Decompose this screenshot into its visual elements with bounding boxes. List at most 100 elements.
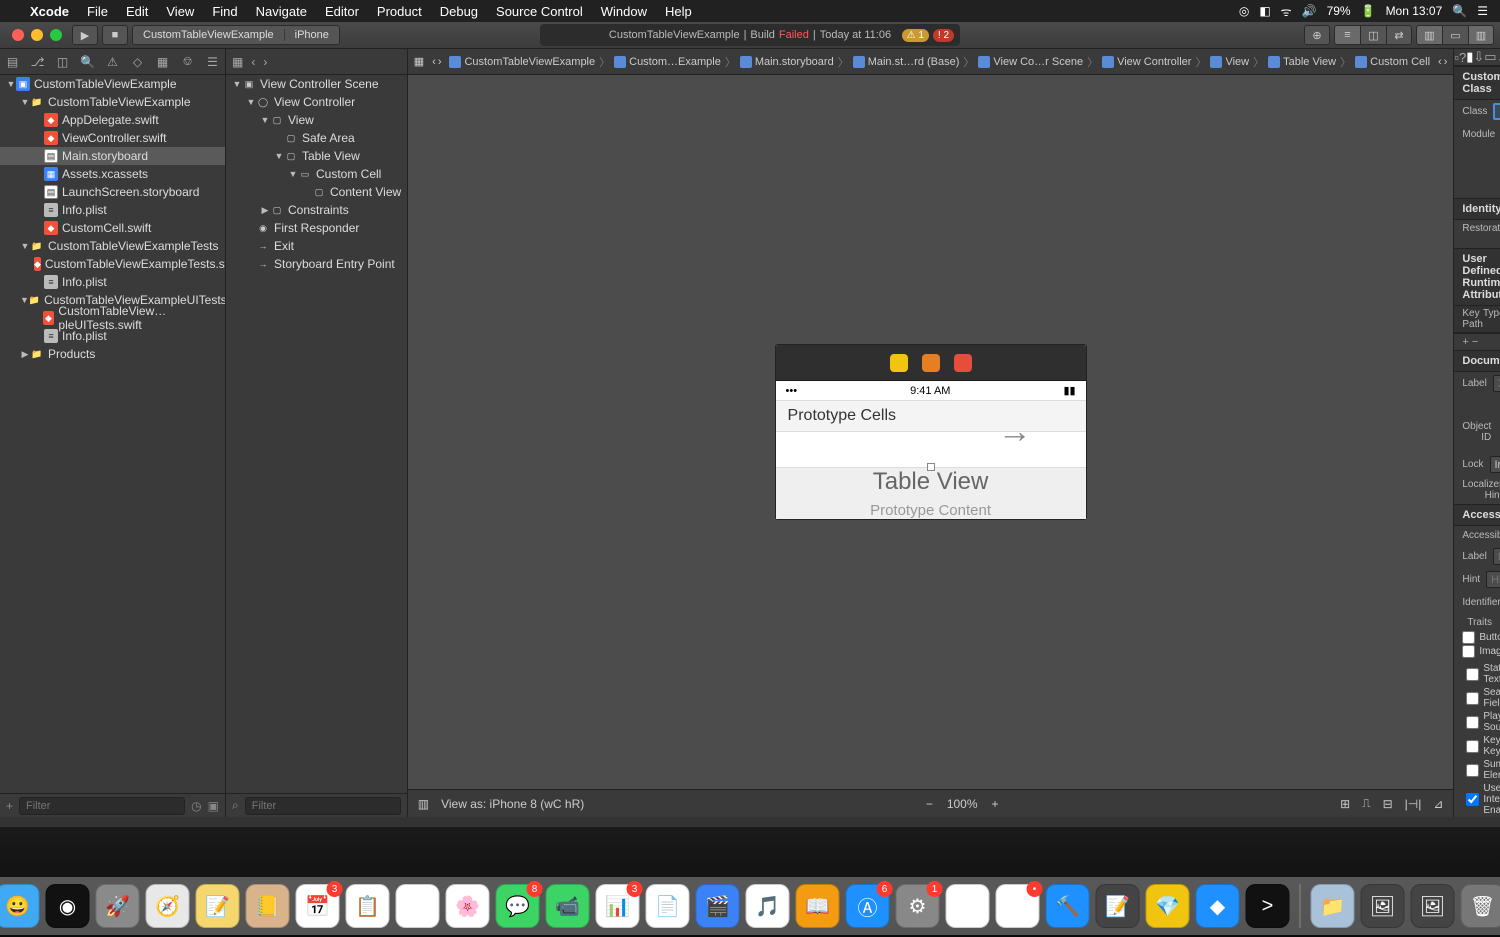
- menu-debug[interactable]: Debug: [440, 4, 478, 19]
- dock-app-ibooks[interactable]: 📖: [796, 884, 840, 928]
- run-button[interactable]: ▶: [72, 25, 98, 45]
- nav-item[interactable]: ◆CustomTableView…pleUITests.swift: [0, 309, 225, 327]
- window-traffic-lights[interactable]: [6, 29, 68, 41]
- jump-crumb[interactable]: CustomTableViewExample: [449, 56, 595, 68]
- canvas-tool-4-icon[interactable]: |⊣|: [1405, 797, 1422, 811]
- control-center-icon[interactable]: ☰: [1477, 4, 1488, 18]
- debug-nav-icon[interactable]: ▦: [154, 55, 172, 69]
- menu-file[interactable]: File: [87, 4, 108, 19]
- trait-checkbox[interactable]: [1466, 692, 1479, 705]
- trait-checkbox[interactable]: [1466, 740, 1479, 753]
- scene-titlebar[interactable]: [776, 345, 1086, 381]
- dock-app-terminal[interactable]: >: [1246, 884, 1290, 928]
- dock-app-sublime[interactable]: 📝: [1096, 884, 1140, 928]
- dock-app-sketch[interactable]: 💎: [1146, 884, 1190, 928]
- dock-app-finder[interactable]: 😀: [0, 884, 40, 928]
- battery-icon[interactable]: 🔋: [1361, 4, 1376, 18]
- zoom-out-button[interactable]: −: [926, 797, 933, 811]
- dock-app-chrome[interactable]: ◎: [946, 884, 990, 928]
- scene-fr-icon[interactable]: [922, 354, 940, 372]
- dock-app-appstore[interactable]: Ⓐ6: [846, 884, 890, 928]
- outline-item[interactable]: →Exit: [226, 237, 407, 255]
- attributes-inspector-icon[interactable]: ⇩: [1473, 49, 1484, 65]
- trait-checkbox[interactable]: [1462, 631, 1475, 644]
- report-nav-icon[interactable]: ☰: [204, 55, 222, 69]
- volume-icon[interactable]: 🔊: [1302, 4, 1317, 18]
- dock-app-launchpad[interactable]: 🚀: [96, 884, 140, 928]
- jump-crumb[interactable]: Custom Cell: [1355, 56, 1430, 68]
- outline-item[interactable]: ▼▢View: [226, 111, 407, 129]
- menu-find[interactable]: Find: [212, 4, 237, 19]
- nav-item[interactable]: ◆ViewController.swift: [0, 129, 225, 147]
- dock-app-notes[interactable]: 📝: [196, 884, 240, 928]
- outline-tree[interactable]: ▼▣View Controller Scene▼◯View Controller…: [226, 75, 407, 793]
- project-tree[interactable]: ▼▣CustomTableViewExample ▼📁CustomTableVie…: [0, 75, 225, 793]
- dock-app-keynote[interactable]: 🎬: [696, 884, 740, 928]
- jump-fwd-icon[interactable]: ›: [438, 56, 442, 68]
- nav-item[interactable]: ≡Info.plist: [0, 201, 225, 219]
- canvas-tool-5-icon[interactable]: ⊿: [1433, 797, 1443, 811]
- scheme-selector[interactable]: CustomTableViewExample iPhone: [132, 25, 340, 45]
- connections-inspector-icon[interactable]: →: [1497, 50, 1500, 65]
- outline-filter-icon[interactable]: ⌕: [232, 798, 239, 813]
- size-inspector-icon[interactable]: ▭: [1484, 49, 1496, 65]
- view-as-label[interactable]: View as: iPhone 8 (wC hR): [441, 797, 584, 811]
- dock-app-messages[interactable]: 💬8: [496, 884, 540, 928]
- inspector-tabs[interactable]: ▫ ? ▮ ⇩ ▭ →: [1454, 49, 1500, 66]
- storyboard-scene[interactable]: ••• 9:41 AM ▮▮ Prototype Cells Table Vie…: [776, 345, 1086, 519]
- version-editor-button[interactable]: ⇄: [1386, 25, 1412, 45]
- outline-item[interactable]: ▼▢Table View: [226, 147, 407, 165]
- jump-bar[interactable]: ▦ ‹› CustomTableViewExample〉Custom…Examp…: [408, 49, 1454, 75]
- test-nav-icon[interactable]: ◇: [129, 55, 147, 69]
- dock-app-facetime[interactable]: 📹: [546, 884, 590, 928]
- zoom-level[interactable]: 100%: [947, 797, 978, 811]
- scene-exit-icon[interactable]: [954, 354, 972, 372]
- nav-item[interactable]: ▼▣CustomTableViewExample: [0, 75, 225, 93]
- dock-app-slack[interactable]: S•: [996, 884, 1040, 928]
- menu-window[interactable]: Window: [601, 4, 647, 19]
- filter-recent-icon[interactable]: ◷: [191, 799, 201, 813]
- filter-scm-icon[interactable]: ▣: [208, 799, 219, 813]
- trait-checkbox[interactable]: [1462, 645, 1475, 658]
- dock-app-xcode[interactable]: 🔨: [1046, 884, 1090, 928]
- jump-related-icon[interactable]: ▦: [414, 55, 424, 68]
- canvas-body[interactable]: → ••• 9:41 AM ▮▮ Prototype Cells Table V…: [408, 75, 1454, 789]
- activity-view[interactable]: CustomTableViewExample | Build Failed | …: [540, 24, 960, 46]
- identity-inspector-icon[interactable]: ▮: [1466, 49, 1473, 65]
- dock-app-folder[interactable]: 📁: [1311, 884, 1355, 928]
- scene-vc-icon[interactable]: [890, 354, 908, 372]
- resize-handle[interactable]: [927, 463, 935, 471]
- help-inspector-icon[interactable]: ?: [1459, 50, 1466, 65]
- outline-back-icon[interactable]: ‹: [251, 55, 255, 69]
- udra-add-button[interactable]: +: [1462, 336, 1468, 348]
- outline-item[interactable]: ▶▢Constraints: [226, 201, 407, 219]
- errors-badge[interactable]: ! 2: [933, 29, 954, 42]
- canvas-tool-1-icon[interactable]: ⊞: [1340, 797, 1350, 811]
- assistant-editor-button[interactable]: ◫: [1360, 25, 1386, 45]
- document-color-swatches[interactable]: ×: [1454, 395, 1500, 411]
- dock-app-pages[interactable]: 📄: [646, 884, 690, 928]
- nav-item[interactable]: ◆AppDelegate.swift: [0, 111, 225, 129]
- jump-crumb[interactable]: Main.storyboard: [740, 56, 834, 68]
- library-button[interactable]: ⊕: [1304, 25, 1330, 45]
- accessibility-hint-field[interactable]: [1486, 571, 1500, 588]
- dock-app-numbers[interactable]: 📊3: [596, 884, 640, 928]
- outline-item[interactable]: ▢Safe Area: [226, 129, 407, 147]
- jump-next-icon[interactable]: ›: [1444, 56, 1448, 68]
- canvas-tool-3-icon[interactable]: ⊟: [1383, 797, 1393, 811]
- breakpoint-nav-icon[interactable]: ⎊: [179, 54, 197, 69]
- tableview-placeholder[interactable]: Table View Prototype Content: [776, 468, 1086, 519]
- menu-navigate[interactable]: Navigate: [256, 4, 307, 19]
- jump-prev-icon[interactable]: ‹: [1438, 56, 1442, 68]
- dock-app-photos[interactable]: 🌸: [446, 884, 490, 928]
- toggle-inspector-button[interactable]: ▥: [1468, 25, 1494, 45]
- outline-item[interactable]: ▼◯View Controller: [226, 93, 407, 111]
- dock-app-trash[interactable]: 🗑: [1461, 884, 1500, 928]
- nav-item[interactable]: ▼📁CustomTableViewExampleTests: [0, 237, 225, 255]
- stop-button[interactable]: ■: [102, 25, 128, 45]
- navigator-filter-input[interactable]: [19, 797, 185, 815]
- clock[interactable]: Mon 13:07: [1386, 4, 1443, 18]
- add-button[interactable]: +: [6, 799, 13, 813]
- nav-item[interactable]: ≡Info.plist: [0, 273, 225, 291]
- status-icon-2[interactable]: ◧: [1259, 4, 1270, 18]
